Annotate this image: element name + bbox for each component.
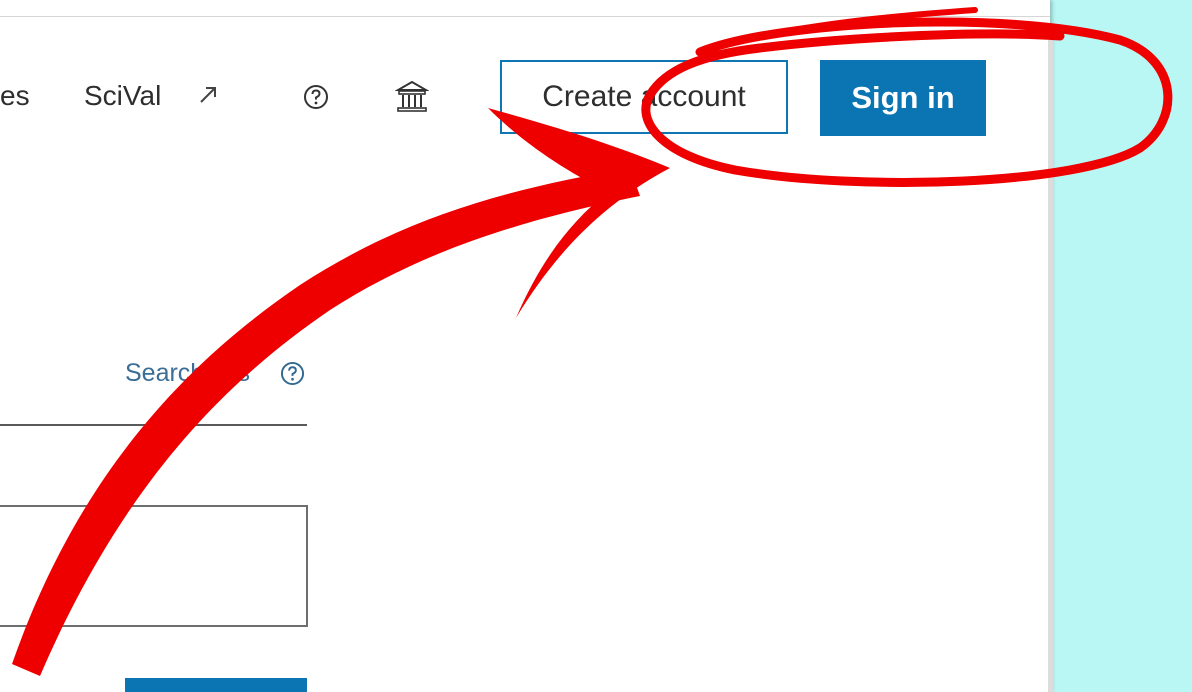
search-tips-link[interactable]: Search tips (125, 356, 250, 390)
search-button[interactable] (125, 678, 307, 692)
create-account-button[interactable]: Create account (500, 60, 788, 134)
page-scrollbar-edge (1048, 40, 1053, 692)
nav-item-partial[interactable]: es (0, 76, 30, 116)
search-field-underline (0, 424, 307, 426)
sign-in-button[interactable]: Sign in (820, 60, 986, 136)
search-tips-help-icon[interactable] (280, 361, 305, 386)
search-input[interactable] (0, 505, 308, 627)
header-divider (0, 16, 1050, 17)
help-icon[interactable] (303, 84, 329, 110)
screenshot-stage: es SciVal Create account Sign in Search … (0, 0, 1192, 692)
institution-icon[interactable] (395, 80, 429, 114)
scopus-page: es SciVal Create account Sign in Search … (0, 0, 1050, 692)
external-link-icon (200, 87, 216, 103)
nav-item-scival[interactable]: SciVal (84, 76, 161, 116)
